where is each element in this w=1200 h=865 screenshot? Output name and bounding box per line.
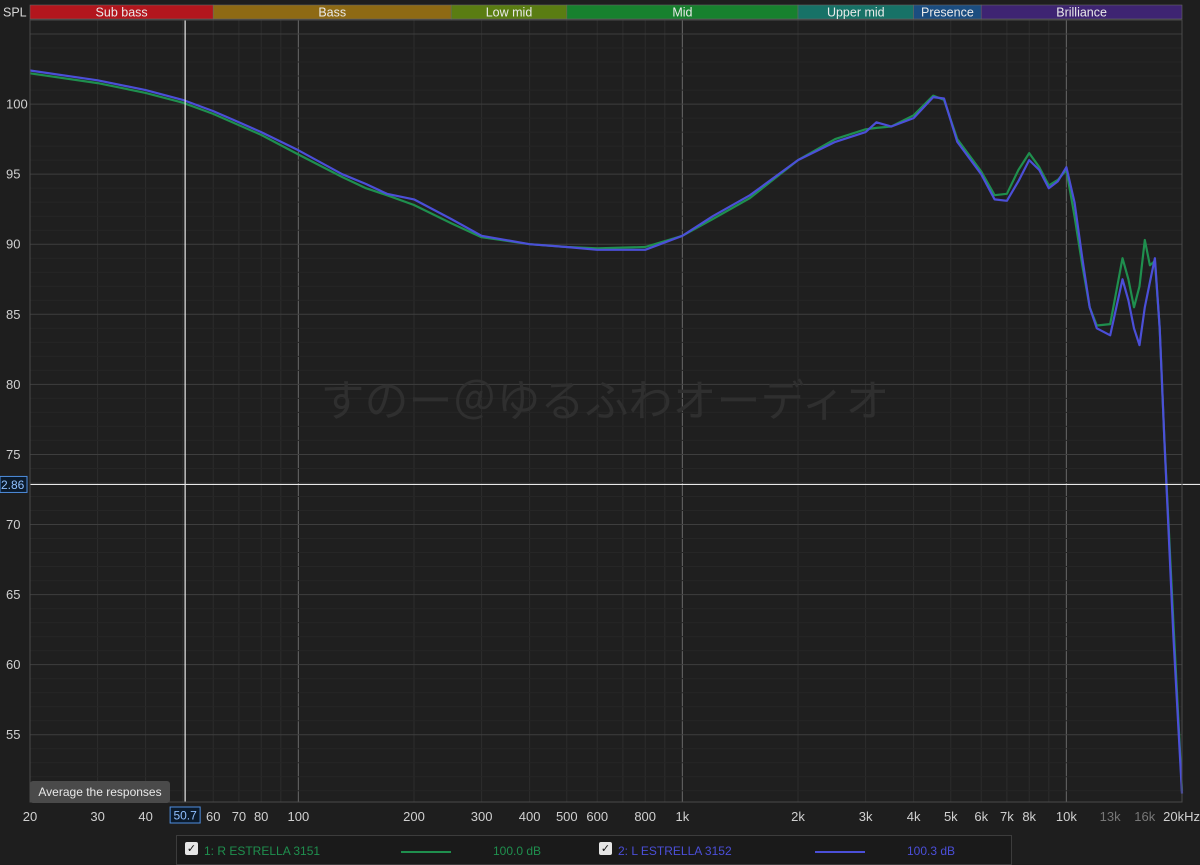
x-tick-8k: 8k: [1022, 809, 1036, 824]
y-tick-100: 100: [6, 97, 28, 112]
x-tick-20kHz: 20kHz: [1163, 809, 1200, 824]
x-tick-300: 300: [471, 809, 493, 824]
x-tick-100: 100: [288, 809, 310, 824]
x-tick-40: 40: [138, 809, 152, 824]
x-tick-2k: 2k: [791, 809, 805, 824]
x-tick-800: 800: [634, 809, 656, 824]
x-tick-30: 30: [90, 809, 104, 824]
band-label-2: Low mid: [486, 6, 533, 20]
y-axis-label: SPL: [3, 6, 27, 20]
legend-level-l: 100.3 dB: [907, 844, 956, 858]
x-tick-13k: 13k: [1100, 809, 1121, 824]
y-tick-70: 70: [6, 517, 20, 532]
band-label-1: Bass: [318, 6, 346, 20]
watermark: すのー＠ゆるふわオーディオ: [321, 376, 890, 427]
average-responses-button[interactable]: Average the responses: [30, 781, 170, 803]
x-tick-16k: 16k: [1134, 809, 1155, 824]
x-tick-7k: 7k: [1000, 809, 1014, 824]
y-tick-85: 85: [6, 307, 20, 322]
x-tick-20: 20: [23, 809, 37, 824]
legend: ✓ 1: R ESTRELLA 3151 100.0 dB ✓ 2: L EST…: [176, 835, 1012, 865]
legend-checkbox-r[interactable]: ✓: [185, 842, 198, 855]
band-label-6: Brilliance: [1056, 6, 1107, 20]
y-tick-55: 55: [6, 727, 20, 742]
legend-checkbox-l[interactable]: ✓: [599, 842, 612, 855]
x-tick-10k: 10k: [1056, 809, 1077, 824]
x-tick-60: 60: [206, 809, 220, 824]
x-tick-600: 600: [586, 809, 608, 824]
x-tick-70: 70: [232, 809, 246, 824]
legend-level-r: 100.0 dB: [493, 844, 542, 858]
band-label-3: Mid: [672, 6, 692, 20]
y-tick-90: 90: [6, 237, 20, 252]
x-tick-400: 400: [519, 809, 541, 824]
y-tick-75: 75: [6, 447, 20, 462]
x-tick-1k: 1k: [676, 809, 690, 824]
band-label-5: Presence: [921, 6, 974, 20]
legend-line-r: [401, 851, 451, 853]
band-label-4: Upper mid: [827, 6, 885, 20]
x-tick-80: 80: [254, 809, 268, 824]
cursor-x-label: 50.7: [173, 809, 197, 823]
x-tick-4k: 4k: [907, 809, 921, 824]
frequency-response-chart[interactable]: Sub bass Bass Low mid Mid Upper mid Presence B…: [0, 0, 1200, 835]
band-label-0: Sub bass: [96, 6, 148, 20]
cursor-y-label: 2.86: [1, 478, 25, 492]
legend-label-l: 2: L ESTRELLA 3152: [618, 844, 732, 858]
x-tick-3k: 3k: [859, 809, 873, 824]
legend-line-l: [815, 851, 865, 853]
y-tick-80: 80: [6, 377, 20, 392]
x-tick-500: 500: [556, 809, 578, 824]
y-tick-95: 95: [6, 167, 20, 182]
x-tick-6k: 6k: [974, 809, 988, 824]
x-tick-5k: 5k: [944, 809, 958, 824]
y-tick-60: 60: [6, 657, 20, 672]
y-tick-65: 65: [6, 587, 20, 602]
x-tick-200: 200: [403, 809, 425, 824]
legend-label-r: 1: R ESTRELLA 3151: [204, 844, 321, 858]
